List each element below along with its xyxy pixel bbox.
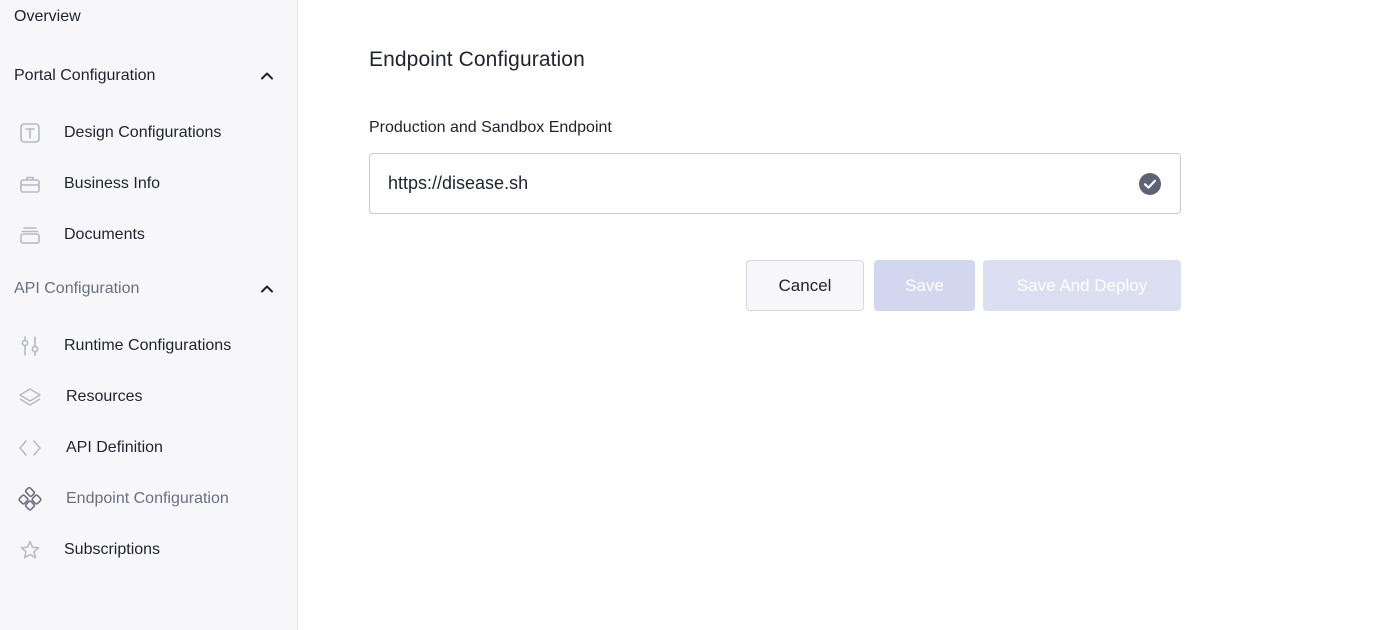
- sidebar-item-business-info[interactable]: Business Info: [18, 170, 287, 198]
- sidebar-item-documents[interactable]: Documents: [18, 221, 287, 249]
- endpoint-input-container: [369, 153, 1181, 214]
- star-icon: [18, 538, 42, 562]
- code-icon: [18, 436, 42, 460]
- endpoint-field-label: Production and Sandbox Endpoint: [369, 119, 612, 136]
- sidebar-item-label: Resources: [66, 388, 143, 405]
- save-button[interactable]: Save: [874, 260, 975, 311]
- sidebar-item-overview[interactable]: Overview: [14, 8, 81, 26]
- portal-configuration-header[interactable]: Portal Configuration: [14, 67, 275, 85]
- sidebar: Overview Portal Configuration Design Con…: [0, 0, 298, 630]
- portal-configuration-label: Portal Configuration: [14, 67, 156, 84]
- documents-icon: [18, 223, 42, 247]
- chevron-up-icon: [261, 285, 273, 293]
- sidebar-item-runtime-configurations[interactable]: Runtime Configurations: [18, 332, 287, 360]
- sidebar-item-label: API Definition: [66, 439, 163, 456]
- sidebar-item-label: Runtime Configurations: [64, 337, 232, 354]
- page-title: Endpoint Configuration: [369, 48, 585, 71]
- briefcase-icon: [18, 172, 42, 196]
- text-box-icon: [18, 121, 42, 145]
- sidebar-item-api-definition[interactable]: API Definition: [18, 434, 287, 462]
- sidebar-item-label: Design Configurations: [64, 124, 222, 141]
- sidebar-item-label: Endpoint Configuration: [66, 490, 229, 507]
- app-root: Overview Portal Configuration Design Con…: [0, 0, 1400, 630]
- sidebar-item-label: Documents: [64, 226, 145, 243]
- sidebar-item-label: Subscriptions: [64, 541, 161, 558]
- layers-icon: [18, 385, 42, 409]
- main-content: Endpoint Configuration Production and Sa…: [298, 0, 1400, 630]
- sliders-icon: [18, 334, 42, 358]
- endpoint-icon: [18, 487, 42, 511]
- sidebar-item-label: Business Info: [64, 175, 161, 192]
- sidebar-item-subscriptions[interactable]: Subscriptions: [18, 536, 287, 564]
- api-configuration-label: API Configuration: [14, 280, 140, 297]
- chevron-up-icon: [261, 72, 273, 80]
- check-circle-icon: [1139, 172, 1161, 195]
- sidebar-item-endpoint-configuration[interactable]: Endpoint Configuration: [18, 485, 287, 513]
- sidebar-item-resources[interactable]: Resources: [18, 383, 287, 411]
- save-and-deploy-button[interactable]: Save And Deploy: [983, 260, 1181, 311]
- api-configuration-header[interactable]: API Configuration: [14, 280, 275, 298]
- sidebar-item-design-configurations[interactable]: Design Configurations: [18, 119, 287, 147]
- cancel-button[interactable]: Cancel: [746, 260, 864, 311]
- endpoint-input[interactable]: [388, 173, 1128, 194]
